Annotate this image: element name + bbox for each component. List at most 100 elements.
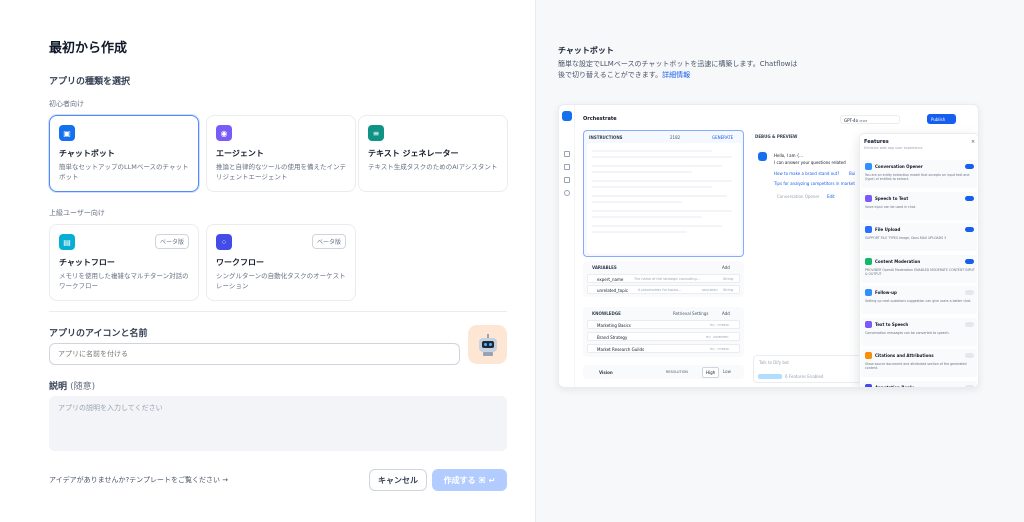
high-option: High	[702, 367, 720, 378]
feature-toggle	[965, 290, 974, 295]
card-chatflow[interactable]: ▤ ベータ版 チャットフロー メモリを使用した複雑なマルチターン対話のワークフロ…	[49, 224, 199, 301]
app-preview-screenshot: Orchestrate GPT-4o CHAT Publish INSTRUCT…	[558, 104, 979, 388]
model-tag: CHAT	[859, 119, 868, 123]
card-agent[interactable]: ◉ エージェント 推論と自律的なツールの使用を備えたインテリジェントエージェント	[206, 115, 356, 192]
knowledge-doc: Marketing Basics HQ · HYBRID	[587, 320, 740, 329]
template-link[interactable]: アイデアがありませんか?テンプレートをご覧ください →	[49, 475, 228, 485]
workflow-icon: ⁘	[216, 234, 232, 250]
card-workflow[interactable]: ⁘ ベータ版 ワークフロー シングルターンの自動化タスクのオーケストレーション	[206, 224, 356, 301]
feature-icon	[865, 320, 872, 328]
create-button[interactable]: 作成する ⌘ ↵	[432, 469, 507, 491]
feature-icon	[865, 289, 872, 296]
card-title: チャットボット	[59, 149, 115, 158]
suggested-question: How to make a brand stand out?	[774, 171, 840, 176]
card-chatbot[interactable]: ▣ チャットボット 簡単なセットアップのLLMベースのチャットボット	[49, 115, 199, 192]
feature-icons	[758, 374, 782, 379]
instructions-text-area	[587, 143, 741, 254]
beta-badge: ベータ版	[154, 234, 189, 249]
preview-sidebar	[559, 105, 575, 387]
opener-label: Conversation Opener	[777, 194, 820, 199]
beginner-label: 初心者向け	[49, 100, 84, 108]
features-enabled: 6 Features Enabled	[785, 374, 824, 379]
app-name-input[interactable]	[49, 343, 460, 365]
feature-name: Follow-up	[875, 290, 897, 295]
features-title: Features	[864, 139, 889, 145]
feature-item: File Upload SUPPORT FILE TYPES Image, Doc…	[861, 223, 977, 251]
feature-icon	[865, 194, 872, 202]
opener-edit: Edit	[827, 194, 835, 199]
variable-required: REQUIRED	[702, 288, 718, 292]
preview-desc: 簡単な設定でLLMベースのチャットボットを迅速に構築します。Chatflowは後…	[558, 59, 798, 81]
variable-row: expert_name The name of the strategic co…	[587, 274, 740, 283]
chatbot-icon: ▣	[59, 125, 75, 141]
feature-icon	[865, 257, 872, 265]
card-text-generator[interactable]: ≡ テキスト ジェネレーター テキスト生成タスクのためのAIアシスタント	[358, 115, 508, 192]
feature-name: Conversation Opener	[875, 164, 923, 169]
divider	[49, 311, 507, 312]
preview-app-icon	[562, 111, 572, 121]
desc-optional: (随意)	[70, 382, 96, 392]
feature-item: Content Moderation PROVIDER OpenAI Modera…	[861, 254, 977, 283]
retrieval-settings: Retrieval Settings	[673, 311, 709, 316]
card-title: テキスト ジェネレーター	[368, 149, 459, 158]
feature-toggle	[965, 353, 974, 358]
chat-placeholder: Talk to Dify bot	[759, 360, 789, 365]
close-icon: ×	[971, 139, 976, 145]
model-selector: GPT-4o CHAT	[840, 115, 900, 124]
knowledge-add: Add	[722, 311, 730, 316]
create-app-panel: 最初から作成 アプリの種類を選択 初心者向け ▣ チャットボット 簡単なセットア…	[0, 0, 535, 522]
doc-name: Brand Strategy	[597, 335, 628, 340]
more-info-link[interactable]: 詳細情報	[662, 71, 690, 79]
feature-desc: Voice input can be used in chat.	[865, 204, 917, 209]
instructions-label: INSTRUCTIONS	[589, 135, 623, 140]
robot-icon	[478, 333, 497, 356]
feature-toggle	[965, 321, 974, 327]
bot-avatar	[758, 152, 767, 161]
cancel-button[interactable]: キャンセル	[369, 469, 427, 491]
chat-input: Talk to Dify bot 6 Features Enabled	[753, 355, 863, 383]
card-desc: 推論と自律的なツールの使用を備えたインテリジェントエージェント	[216, 163, 346, 182]
card-desc: シングルターンの自動化タスクのオーケストレーション	[216, 272, 346, 291]
doc-tag: HQ · HYBRID	[710, 347, 729, 351]
variable-name: expert_name	[597, 277, 624, 282]
app-description-textarea[interactable]: アプリの説明を入力してください	[49, 396, 507, 451]
feature-name: Text to Speech	[875, 321, 909, 327]
desc-placeholder: アプリの説明を入力してください	[58, 404, 163, 412]
feature-desc: You are an entity extraction model that …	[865, 173, 970, 182]
doc-tag: HQ · HYBRID	[710, 323, 729, 327]
text-generator-icon: ≡	[368, 125, 384, 141]
feature-desc: PROVIDER OpenAI Moderation ENABLED MODER…	[865, 267, 975, 276]
card-desc: テキスト生成タスクのためのAIアシスタント	[368, 163, 498, 171]
nav-icon	[564, 190, 570, 196]
model-name: GPT-4o	[844, 118, 859, 123]
feature-toggle	[965, 384, 974, 387]
vision-section: Vision RESOLUTION High Low	[583, 365, 744, 379]
debug-label: DEBUG & PREVIEW	[755, 134, 798, 139]
app-icon-picker[interactable]	[468, 325, 507, 364]
beta-badge: ベータ版	[311, 234, 346, 249]
resolution-label: RESOLUTION	[666, 370, 688, 374]
card-desc: 簡単なセットアップのLLMベースのチャットボット	[59, 163, 189, 182]
instructions-box: INSTRUCTIONS 2182 GENERATE	[583, 130, 744, 257]
knowledge-label: KNOWLEDGE	[592, 311, 621, 316]
variable-type: String	[723, 277, 734, 281]
greeting-2: I can answer your questions related	[774, 160, 846, 165]
feature-icon	[865, 352, 872, 359]
doc-tag: HQ · INVERTED	[706, 335, 729, 339]
nav-icon	[564, 151, 570, 157]
variable-desc: The name of the strategic consulting...	[634, 277, 700, 281]
feature-name: Citations and Attributions	[875, 353, 934, 358]
preview-title: チャットボット	[558, 46, 614, 55]
feature-item: Text to Speech Conversation messages can …	[861, 317, 977, 346]
low-option: Low	[723, 369, 731, 374]
feature-icon	[865, 163, 872, 170]
icon-name-label: アプリのアイコンと名前	[49, 329, 148, 339]
card-title: エージェント	[216, 149, 264, 158]
feature-toggle	[965, 164, 974, 169]
feature-name: File Upload	[875, 227, 901, 232]
desc-label-text: 説明	[49, 382, 68, 392]
instructions-count: 2182	[670, 135, 681, 140]
desc-label: 説明 (随意)	[49, 379, 95, 392]
variables-label: VARIABLES	[592, 265, 617, 270]
chatflow-icon: ▤	[59, 234, 75, 250]
